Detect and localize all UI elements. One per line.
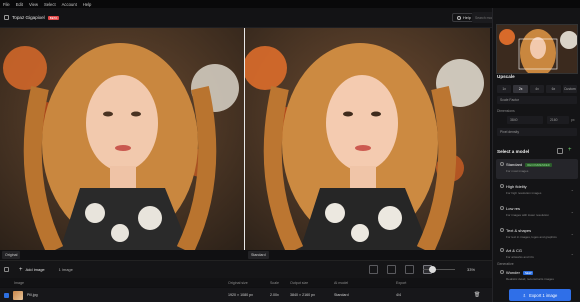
model-text-shapes[interactable]: Text & shapes For text in images, logos … <box>496 225 578 245</box>
model-wonder-name: Wonder <box>506 270 520 275</box>
chevron-down-icon: ⌄ <box>570 231 574 236</box>
model-icon <box>500 184 504 188</box>
recommended-badge: RECOMMENDED <box>525 163 552 167</box>
col-scale: Scale <box>270 280 279 285</box>
row-thumbnail <box>13 290 23 300</box>
app-window: File Edit View Select Account Help Topaz… <box>0 0 580 302</box>
download-icon[interactable] <box>4 267 9 272</box>
menu-view[interactable]: View <box>29 2 38 7</box>
unit-label: px <box>571 118 575 122</box>
model-icon <box>500 270 504 274</box>
app-logo-icon <box>4 15 9 20</box>
model-icon <box>500 206 504 210</box>
model-icon <box>500 162 504 166</box>
zoom-value[interactable]: 33% <box>467 267 475 272</box>
add-image-button[interactable]: + Add image <box>19 267 45 273</box>
export-button[interactable]: ⇩ Export 1 image <box>509 289 571 301</box>
model-art-desc: For artworks and CG <box>506 255 534 259</box>
generative-section-label: Generative <box>497 262 514 266</box>
model-high-fidelity[interactable]: High fidelity For high resolution images… <box>496 181 578 201</box>
chevron-down-icon: ⌄ <box>570 209 574 214</box>
table-row[interactable]: Pill.jpg 1920 × 1080 px 2.00x 3840 × 216… <box>0 288 492 302</box>
table-header: Image Original size Scale Output size AI… <box>0 278 492 287</box>
model-ts-name: Text & shapes <box>506 228 532 233</box>
image-count: 1 image <box>58 267 73 272</box>
split-view-icon[interactable] <box>405 265 414 274</box>
processed-label: Standard <box>248 251 269 259</box>
model-standard[interactable]: Standard RECOMMENDED For most images <box>496 159 578 179</box>
dimensions-section-label: Dimensions <box>497 109 515 113</box>
row-output-size: 3840 × 2160 px <box>290 293 315 297</box>
chevron-down-icon: ⌄ <box>570 251 574 256</box>
model-icon <box>500 228 504 232</box>
new-badge: NEW <box>522 271 534 275</box>
row-scale: 2.00x <box>270 293 279 297</box>
title-bar: Topaz Gigapixel BETA Help <box>0 8 492 28</box>
col-export: Export <box>396 280 407 285</box>
help-label: Help <box>463 15 471 20</box>
select-model-title: Select a model <box>497 149 530 154</box>
help-icon <box>457 15 461 20</box>
menu-help[interactable]: Help <box>83 2 92 7</box>
row-filename: Pill.jpg <box>27 293 38 297</box>
width-input[interactable]: 3840 <box>507 116 543 124</box>
compare-icon[interactable] <box>557 148 563 154</box>
model-art-name: Art & CG <box>506 248 523 253</box>
upscale-title: Upscale <box>497 74 515 79</box>
app-name: Topaz Gigapixel <box>12 15 45 20</box>
scale-mode-select[interactable]: Scale Factor <box>497 96 577 104</box>
model-lr-name: Low res <box>506 206 521 211</box>
model-wonder[interactable]: Wonder NEW Realistic detail, reconstructs… <box>496 267 578 283</box>
zoom-slider-knob[interactable] <box>429 266 436 273</box>
model-standard-name: Standard <box>506 162 523 167</box>
original-image[interactable] <box>0 28 244 250</box>
scale-2x[interactable]: 2x <box>513 85 528 93</box>
col-output-size: Output size <box>290 280 309 285</box>
crop-icon[interactable] <box>369 265 378 274</box>
col-image: Image <box>14 280 24 285</box>
scale-4x[interactable]: 4x <box>529 85 545 93</box>
export-label: Export 1 image <box>529 292 558 298</box>
bottom-toolbar: + Add image 1 image 33% <box>0 260 492 278</box>
navigator-preview[interactable] <box>496 24 578 74</box>
col-ai-model: AI model <box>334 280 349 285</box>
menu-select[interactable]: Select <box>44 2 56 7</box>
plus-icon: + <box>19 266 23 273</box>
processed-image[interactable] <box>245 28 490 250</box>
model-wonder-desc: Realistic detail, reconstructs images <box>506 277 554 281</box>
model-art-cg[interactable]: Art & CG For artworks and CG ⌄ <box>496 245 578 261</box>
scale-custom[interactable]: Custom <box>562 85 578 93</box>
scale-1x[interactable]: 1x <box>497 85 512 93</box>
add-image-label: Add image <box>25 267 45 272</box>
delete-icon[interactable]: 🗑 <box>474 292 480 298</box>
model-low-res[interactable]: Low res For images with lower resolution… <box>496 203 578 223</box>
row-model[interactable]: Standard <box>334 293 349 297</box>
row-export: 4/4 <box>396 293 401 297</box>
settings-sidebar: Upscale 1x 2x 4x 6x Custom Scale Factor … <box>492 8 580 302</box>
model-hf-desc: For high resolution images <box>506 191 542 195</box>
menu-file[interactable]: File <box>3 2 10 7</box>
zoom-slider[interactable] <box>423 269 455 270</box>
model-icon <box>500 248 504 252</box>
scale-selector: 1x 2x 4x 6x Custom <box>497 85 578 93</box>
menu-account[interactable]: Account <box>62 2 77 7</box>
export-icon: ⇩ <box>522 292 527 298</box>
add-model-icon[interactable]: + <box>568 147 572 153</box>
model-lr-desc: For images with lower resolution <box>506 213 550 217</box>
row-original-size: 1920 × 1080 px <box>228 293 253 297</box>
pixel-density-field[interactable]: Pixel density <box>497 128 577 136</box>
col-original-size: Original size <box>228 280 248 285</box>
height-input[interactable]: 2160 <box>547 116 569 124</box>
menu-edit[interactable]: Edit <box>16 2 23 7</box>
model-standard-desc: For most images <box>506 169 529 173</box>
original-label: Original <box>2 251 21 259</box>
beta-badge: BETA <box>47 15 60 20</box>
model-hf-name: High fidelity <box>506 184 527 189</box>
single-view-icon[interactable] <box>387 265 396 274</box>
menu-bar: File Edit View Select Account Help <box>0 0 580 8</box>
model-ts-desc: For text in images, logos and graphics <box>506 235 557 239</box>
scale-6x[interactable]: 6x <box>546 85 561 93</box>
row-checkbox[interactable] <box>4 292 9 298</box>
chevron-down-icon: ⌄ <box>570 187 574 192</box>
